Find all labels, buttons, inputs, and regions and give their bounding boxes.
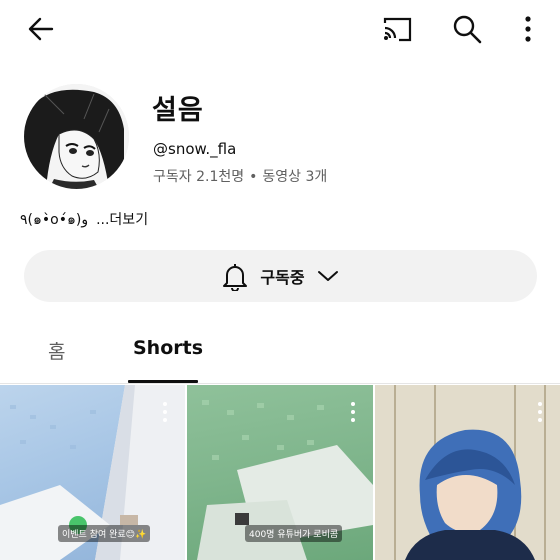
thumbnail-caption: 이벤트 참여 완료😊✨ xyxy=(58,525,151,542)
shorts-thumbnail[interactable]: 400명 유튜버가 로비콤 xyxy=(187,385,373,560)
video-count: 동영상 3개 xyxy=(262,169,328,185)
thumbnail-image xyxy=(375,385,560,560)
subscribed-label: 구독중 xyxy=(260,268,305,287)
arrow-left-icon xyxy=(28,17,54,41)
stats-separator: • xyxy=(249,169,258,185)
bell-icon xyxy=(223,264,248,291)
shorts-thumbnail[interactable]: 이벤트 참여 완료😊✨ xyxy=(0,385,185,560)
channel-stats: 구독자 2.1천명 • 동영상 3개 xyxy=(153,166,327,186)
search-icon xyxy=(453,15,482,44)
description-text: ٩(๑•̀o•́๑)و xyxy=(20,212,89,228)
shorts-thumbnail[interactable] xyxy=(375,385,560,560)
thumbnail-caption: 400명 유튜버가 로비콤 xyxy=(245,525,343,542)
subscriber-count: 구독자 2.1천명 xyxy=(153,169,245,185)
more-vertical-icon[interactable] xyxy=(159,401,171,423)
more-link[interactable]: ...더보기 xyxy=(96,212,148,228)
channel-name: 설음 xyxy=(152,95,204,126)
search-button[interactable] xyxy=(447,9,487,49)
more-vertical-icon xyxy=(525,16,531,42)
cast-icon xyxy=(383,17,412,42)
tab-home[interactable]: 홈 xyxy=(48,337,65,364)
top-app-bar xyxy=(0,0,560,56)
channel-description[interactable]: ٩(๑•̀o•́๑)و ...더보기 xyxy=(20,209,148,231)
back-button[interactable] xyxy=(22,10,60,48)
more-vertical-icon[interactable] xyxy=(534,401,546,423)
more-options-button[interactable] xyxy=(512,9,544,49)
chevron-down-icon xyxy=(317,271,338,281)
channel-avatar[interactable] xyxy=(24,84,129,189)
tabs-divider xyxy=(0,383,560,384)
channel-handle: @snow._fla xyxy=(153,140,237,158)
tab-shorts[interactable]: Shorts xyxy=(133,337,203,359)
shorts-grid: 이벤트 참여 완료😊✨ 400명 유튜버가 로비콤 xyxy=(0,385,560,560)
channel-tabs: 홈 Shorts xyxy=(0,322,560,384)
more-vertical-icon[interactable] xyxy=(347,401,359,423)
avatar-illustration xyxy=(24,84,129,189)
cast-button[interactable] xyxy=(378,10,416,48)
subscribed-button[interactable]: 구독중 xyxy=(24,250,537,302)
